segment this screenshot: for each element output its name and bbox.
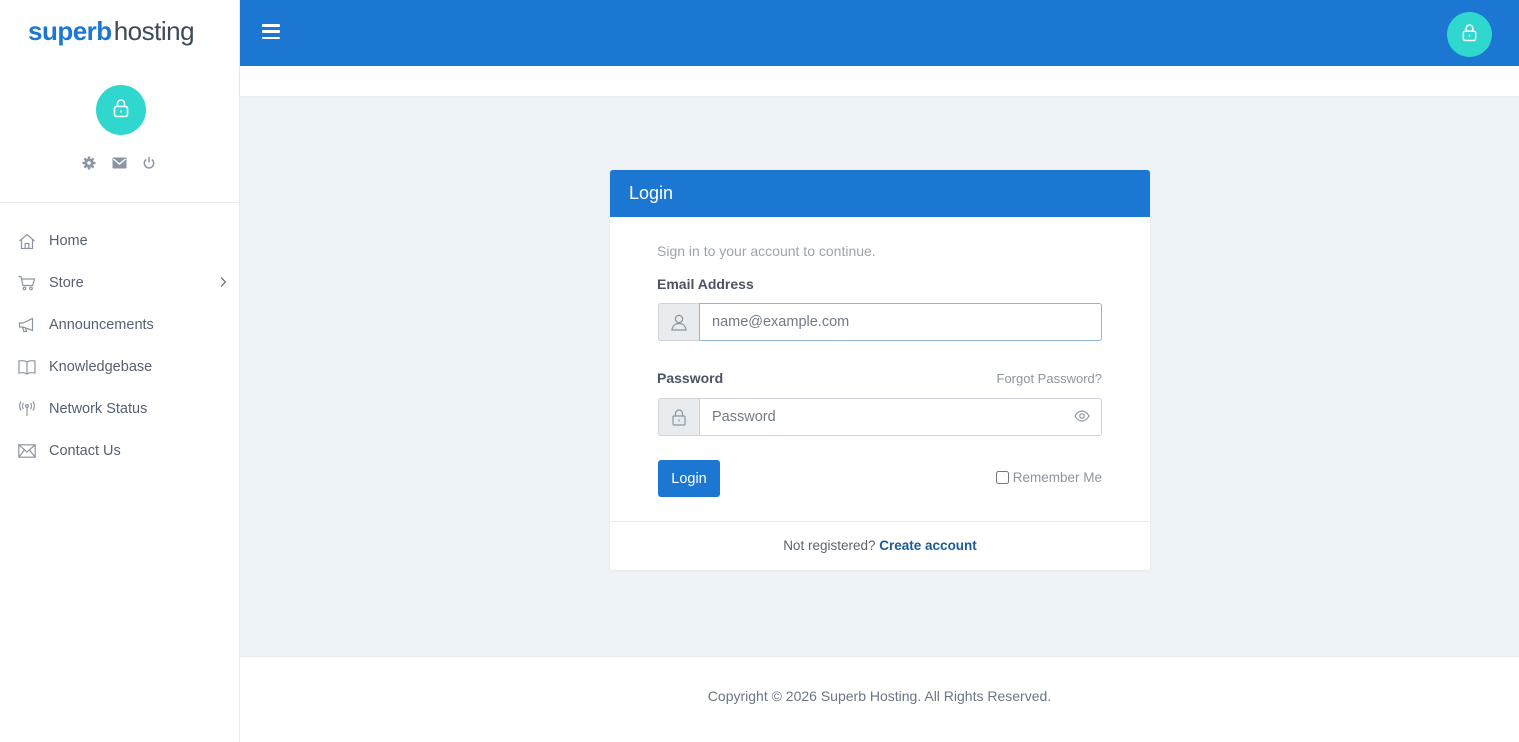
sidebar: superbhosting Home Store Announcements K… <box>0 0 240 742</box>
book-icon <box>18 358 36 376</box>
envelope-icon <box>18 442 36 460</box>
user-menu-avatar[interactable] <box>1447 12 1492 57</box>
copyright-text: Copyright © 2026 Superb Hosting. All Rig… <box>707 688 1052 704</box>
signal-tower-icon <box>18 400 36 418</box>
remember-me-checkbox[interactable] <box>995 471 1009 484</box>
remember-me[interactable]: Remember Me <box>995 470 1102 485</box>
mail-icon[interactable] <box>111 155 127 171</box>
brand-logo[interactable]: superbhosting <box>28 16 195 47</box>
login-card: Login Sign in to your account to continu… <box>610 170 1150 570</box>
eye-icon[interactable] <box>1074 409 1090 427</box>
password-input-group <box>658 398 1102 436</box>
sidebar-divider <box>0 202 239 203</box>
breadcrumb-bar <box>240 66 1519 96</box>
login-button[interactable]: Login <box>658 460 720 497</box>
gear-icon[interactable] <box>81 155 97 171</box>
brand-logo-part1: superb <box>28 16 112 46</box>
sidebar-item-label: Knowledgebase <box>49 359 153 375</box>
email-input[interactable] <box>699 303 1102 341</box>
sidebar-item-contact-us[interactable]: Contact Us <box>0 430 239 472</box>
sidebar-item-label: Store <box>49 275 84 291</box>
forgot-password-link[interactable]: Forgot Password? <box>997 371 1103 386</box>
megaphone-icon <box>18 316 36 334</box>
login-card-body: Sign in to your account to continue. Ema… <box>610 217 1150 521</box>
power-icon[interactable] <box>141 155 157 171</box>
sidebar-tools <box>81 155 157 171</box>
sidebar-item-announcements[interactable]: Announcements <box>0 304 239 346</box>
login-subtitle: Sign in to your account to continue. <box>657 243 876 259</box>
sidebar-item-label: Contact Us <box>49 443 121 459</box>
sidebar-user-avatar[interactable] <box>96 85 146 135</box>
sidebar-item-network-status[interactable]: Network Status <box>0 388 239 430</box>
home-icon <box>18 232 36 250</box>
password-label: Password <box>657 370 724 386</box>
user-icon <box>658 303 699 341</box>
padlock-icon <box>658 398 699 436</box>
top-navbar <box>240 0 1519 66</box>
cart-icon <box>18 274 36 292</box>
login-card-title: Login <box>610 170 1150 217</box>
sidebar-item-label: Network Status <box>49 401 148 417</box>
lock-icon <box>1461 23 1478 47</box>
sidebar-item-label: Announcements <box>49 317 154 333</box>
brand-logo-part2: hosting <box>113 16 195 46</box>
sidebar-item-knowledgebase[interactable]: Knowledgebase <box>0 346 239 388</box>
sidebar-item-home[interactable]: Home <box>0 220 239 262</box>
menu-toggle-icon[interactable] <box>262 24 280 39</box>
page-footer: Copyright © 2026 Superb Hosting. All Rig… <box>240 656 1519 742</box>
sidebar-item-label: Home <box>49 233 88 249</box>
create-account-link[interactable]: Create account <box>879 538 977 553</box>
lock-icon <box>112 98 130 123</box>
sidebar-nav: Home Store Announcements Knowledgebase N… <box>0 220 239 472</box>
email-input-group <box>658 303 1102 341</box>
not-registered-text: Not registered? <box>783 538 876 553</box>
password-input[interactable] <box>699 398 1102 436</box>
login-card-footer: Not registered? Create account <box>610 521 1150 570</box>
remember-me-label: Remember Me <box>1012 470 1102 485</box>
chevron-right-icon <box>219 275 227 293</box>
email-label: Email Address <box>657 276 754 292</box>
sidebar-item-store[interactable]: Store <box>0 262 239 304</box>
